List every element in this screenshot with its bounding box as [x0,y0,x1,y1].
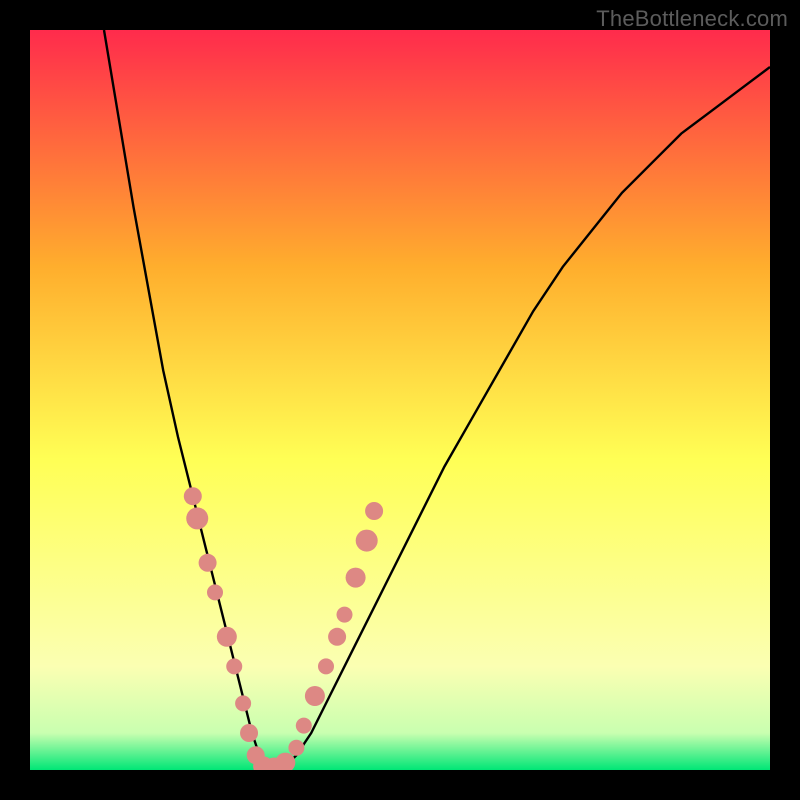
watermark-label: TheBottleneck.com [596,6,788,32]
data-marker [288,740,304,756]
data-marker [318,658,334,674]
chart-stage: TheBottleneck.com [0,0,800,800]
data-marker [275,753,295,770]
plot-area [30,30,770,770]
chart-overlay [30,30,770,770]
data-marker [356,530,378,552]
data-marker [305,686,325,706]
data-marker [199,554,217,572]
data-marker [186,507,208,529]
marker-group [184,487,383,770]
data-marker [346,568,366,588]
data-marker [328,628,346,646]
data-marker [226,658,242,674]
data-marker [296,718,312,734]
data-marker [184,487,202,505]
data-marker [337,607,353,623]
data-marker [240,724,258,742]
data-marker [207,584,223,600]
data-marker [365,502,383,520]
data-marker [217,627,237,647]
data-marker [235,695,251,711]
bottleneck-curve [104,30,770,770]
